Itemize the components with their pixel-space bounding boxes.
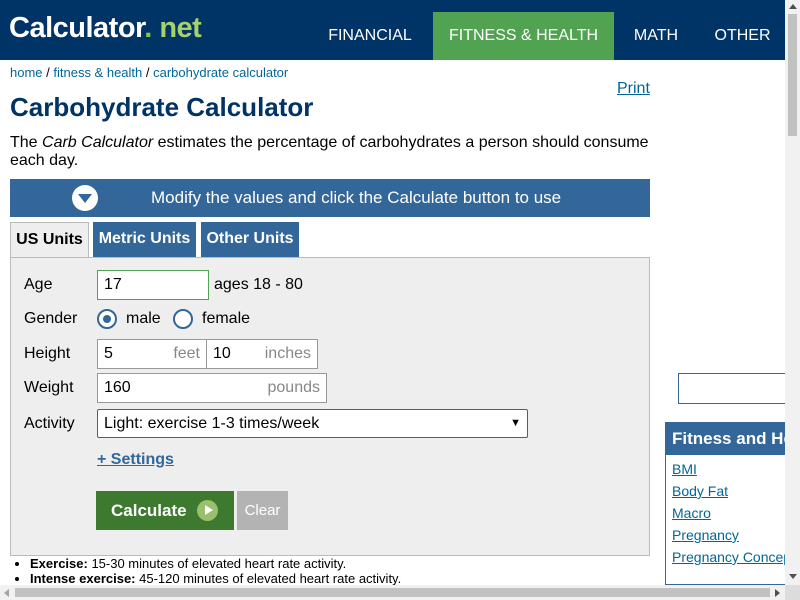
scroll-down-icon[interactable] <box>789 574 797 579</box>
activity-label: Activity <box>24 415 75 432</box>
pounds-unit: pounds <box>267 379 321 396</box>
age-input[interactable]: 17 <box>97 270 209 300</box>
breadcrumb-section-link[interactable]: fitness & health <box>53 65 142 80</box>
nav-math[interactable]: MATH <box>618 12 694 60</box>
page-title: Carbohydrate Calculator <box>10 92 314 122</box>
settings-link[interactable]: + Settings <box>97 451 174 469</box>
sidebar-link-macro[interactable]: Macro <box>672 505 711 521</box>
print-link[interactable]: Print <box>617 80 650 98</box>
calculate-button[interactable]: Calculate <box>96 491 234 530</box>
weight-input[interactable]: 160 pounds <box>97 373 327 403</box>
scrollbar-corner <box>785 585 800 600</box>
site-logo[interactable]: Calculator. net <box>9 12 202 45</box>
clear-button[interactable]: Clear <box>237 491 288 530</box>
search-input[interactable] <box>678 373 788 404</box>
tab-us-units[interactable]: US Units <box>10 222 89 258</box>
top-navigation-bar: Calculator. net FINANCIAL FITNESS & HEAL… <box>0 0 785 60</box>
vertical-scroll-thumb[interactable] <box>788 14 797 136</box>
nav-other[interactable]: OTHER <box>700 12 785 60</box>
tab-metric-units[interactable]: Metric Units <box>93 222 196 257</box>
sidebar-heading: Fitness and Health <box>665 422 787 455</box>
breadcrumb-home-link[interactable]: home <box>10 65 43 80</box>
gender-male-label[interactable]: male <box>126 310 161 328</box>
scroll-left-icon[interactable] <box>4 589 9 597</box>
instructions-banner[interactable]: Modify the values and click the Calculat… <box>10 179 650 217</box>
activity-select[interactable]: Light: exercise 1-3 times/week ▼ <box>97 409 528 438</box>
horizontal-scroll-thumb[interactable] <box>15 588 770 597</box>
breadcrumb: home / fitness & health / carbohydrate c… <box>10 65 288 80</box>
vertical-scrollbar[interactable] <box>785 0 800 585</box>
breadcrumb-separator: / <box>142 65 154 80</box>
scroll-up-icon[interactable] <box>789 4 797 9</box>
sidebar-link-body-fat[interactable]: Body Fat <box>672 483 728 499</box>
banner-text: Modify the values and click the Calculat… <box>151 188 562 207</box>
age-label: Age <box>24 276 53 293</box>
chevron-down-icon[interactable] <box>72 185 98 211</box>
horizontal-scrollbar[interactable] <box>0 585 800 600</box>
gender-label: Gender <box>24 310 78 327</box>
sidebar-link-pregnancy[interactable]: Pregnancy <box>672 527 739 543</box>
height-label: Height <box>24 345 71 362</box>
tab-other-units[interactable]: Other Units <box>201 222 299 257</box>
breadcrumb-current-link[interactable]: carbohydrate calculator <box>153 65 288 80</box>
height-inches-input[interactable]: 10 inches <box>206 339 318 369</box>
definitions-list: Exercise: 15-30 minutes of elevated hear… <box>30 556 401 586</box>
intro-text: The Carb Calculator estimates the percen… <box>10 134 649 169</box>
feet-unit: feet <box>173 345 200 362</box>
gender-female-label[interactable]: female <box>202 310 250 328</box>
sidebar-link-clip: Pregnancy Conception <box>665 545 785 569</box>
chevron-down-icon: ▼ <box>510 417 521 429</box>
breadcrumb-separator: / <box>42 65 54 80</box>
height-feet-input[interactable]: 5 feet <box>97 339 207 369</box>
nav-financial[interactable]: FINANCIAL <box>311 12 429 60</box>
gender-male-radio[interactable] <box>97 309 117 329</box>
sidebar-link-bmi[interactable]: BMI <box>672 461 697 477</box>
list-item: Intense exercise: 45-120 minutes of elev… <box>30 571 401 586</box>
intro-emphasis: Carb Calculator <box>42 134 154 151</box>
gender-female-radio[interactable] <box>173 309 193 329</box>
age-hint: ages 18 - 80 <box>214 276 303 293</box>
scroll-right-icon[interactable] <box>775 589 780 597</box>
play-icon <box>197 500 218 521</box>
nav-fitness-health[interactable]: FITNESS & HEALTH <box>433 12 614 60</box>
weight-label: Weight <box>24 379 74 396</box>
sidebar-link-pregnancy-conception[interactable]: Pregnancy Conception <box>672 549 785 565</box>
inches-unit: inches <box>264 345 311 362</box>
list-item: Exercise: 15-30 minutes of elevated hear… <box>30 556 401 571</box>
